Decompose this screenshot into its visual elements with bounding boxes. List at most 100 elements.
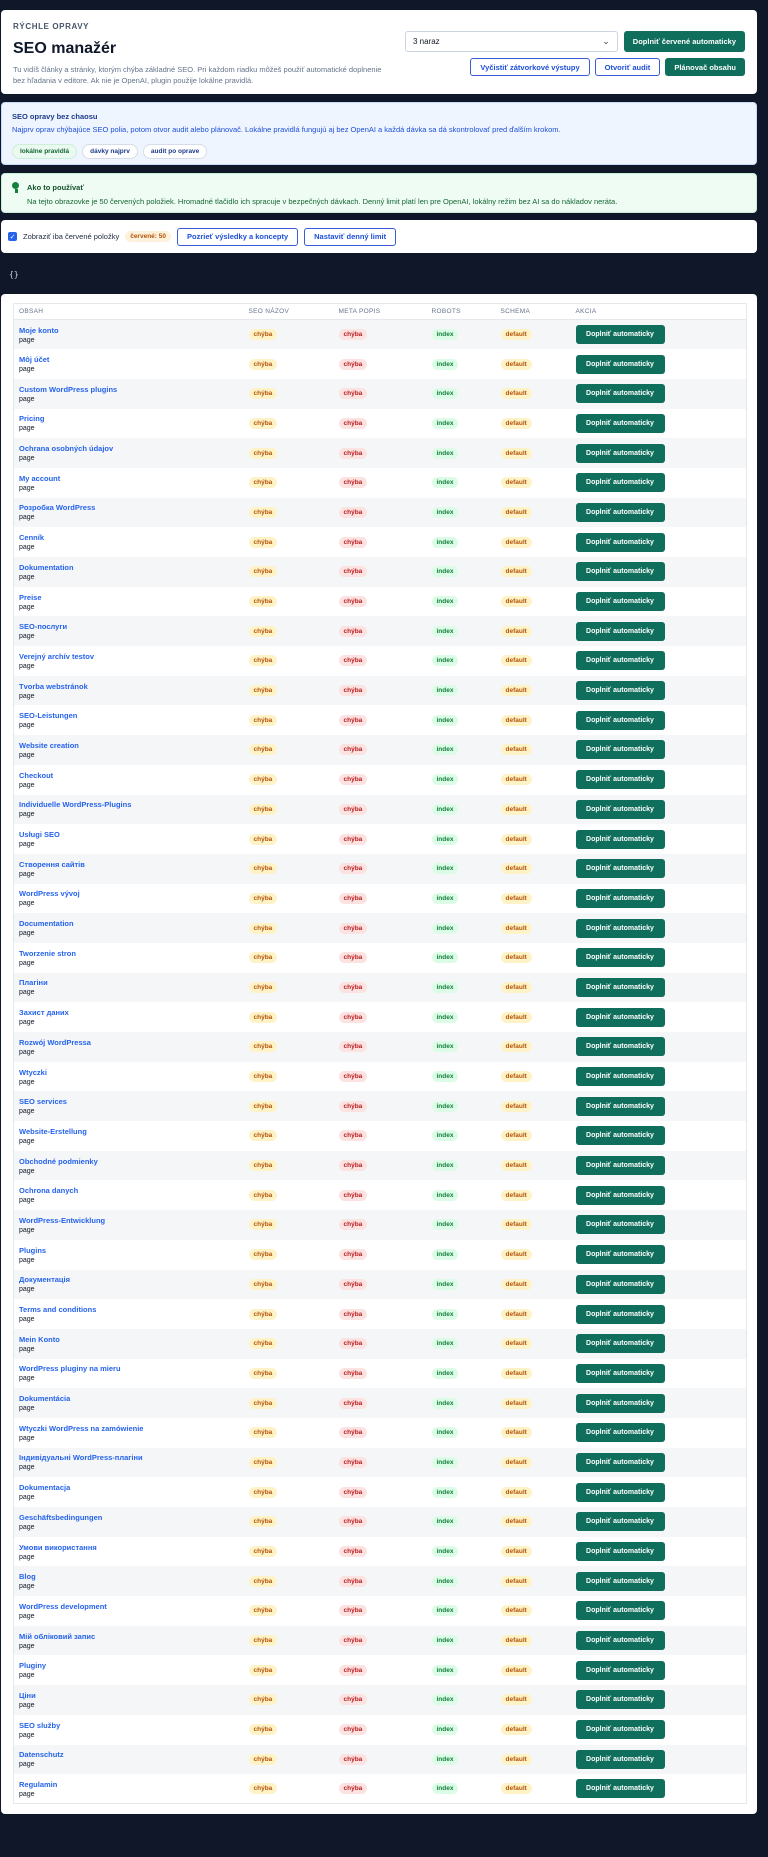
content-title-link[interactable]: SEO služby bbox=[19, 1721, 244, 1730]
auto-fill-button[interactable]: Doplniť automaticky bbox=[575, 1720, 665, 1740]
content-title-link[interactable]: SEO services bbox=[19, 1097, 244, 1106]
auto-fill-button[interactable]: Doplniť automaticky bbox=[575, 1452, 665, 1472]
auto-fill-button[interactable]: Doplniť automaticky bbox=[575, 384, 665, 404]
content-title-link[interactable]: Terms and conditions bbox=[19, 1305, 244, 1314]
content-title-link[interactable]: Obchodné podmienky bbox=[19, 1157, 244, 1166]
content-title-link[interactable]: Preise bbox=[19, 593, 244, 602]
content-title-link[interactable]: Захист даних bbox=[19, 1008, 244, 1017]
auto-fill-button[interactable]: Doplniť automaticky bbox=[575, 829, 665, 849]
content-planner-button[interactable]: Plánovač obsahu bbox=[665, 58, 745, 76]
auto-fill-button[interactable]: Doplniť automaticky bbox=[575, 1245, 665, 1265]
content-title-link[interactable]: Usługi SEO bbox=[19, 830, 244, 839]
auto-fill-button[interactable]: Doplniť automaticky bbox=[575, 1423, 665, 1443]
auto-fill-button[interactable]: Doplniť automaticky bbox=[575, 799, 665, 819]
auto-fill-button[interactable]: Doplniť automaticky bbox=[575, 1334, 665, 1354]
auto-fill-button[interactable]: Doplniť automaticky bbox=[575, 1482, 665, 1502]
content-title-link[interactable]: Checkout bbox=[19, 771, 244, 780]
auto-fill-button[interactable]: Doplniť automaticky bbox=[575, 562, 665, 582]
auto-fill-button[interactable]: Doplniť automaticky bbox=[575, 413, 665, 433]
content-title-link[interactable]: Ochrana osobných údajov bbox=[19, 444, 244, 453]
auto-fill-button[interactable]: Doplniť automaticky bbox=[575, 532, 665, 552]
auto-fill-button[interactable]: Doplniť automaticky bbox=[575, 1690, 665, 1710]
content-title-link[interactable]: Створення сайтів bbox=[19, 860, 244, 869]
content-title-link[interactable]: Individuelle WordPress-Plugins bbox=[19, 800, 244, 809]
view-results-button[interactable]: Pozrieť výsledky a koncepty bbox=[176, 227, 299, 246]
content-title-link[interactable]: Мій обліковий запис bbox=[19, 1632, 244, 1641]
auto-fill-button[interactable]: Doplniť automaticky bbox=[575, 473, 665, 493]
auto-fill-button[interactable]: Doplniť automaticky bbox=[575, 977, 665, 997]
content-title-link[interactable]: Tworzenie stron bbox=[19, 949, 244, 958]
auto-fill-button[interactable]: Doplniť automaticky bbox=[575, 710, 665, 730]
content-title-link[interactable]: Verejný archív testov bbox=[19, 652, 244, 661]
content-title-link[interactable]: WordPress-Entwicklung bbox=[19, 1216, 244, 1225]
content-title-link[interactable]: Dokumentácia bbox=[19, 1394, 244, 1403]
auto-fill-button[interactable]: Doplniť automaticky bbox=[575, 859, 665, 879]
auto-fill-button[interactable]: Doplniť automaticky bbox=[575, 502, 665, 522]
auto-fill-button[interactable]: Doplniť automaticky bbox=[575, 918, 665, 938]
auto-fill-button[interactable]: Doplniť automaticky bbox=[575, 1126, 665, 1146]
content-title-link[interactable]: Môj účet bbox=[19, 355, 244, 364]
content-title-link[interactable]: Dokumentacja bbox=[19, 1483, 244, 1492]
auto-fill-button[interactable]: Doplniť automaticky bbox=[575, 1512, 665, 1532]
open-audit-button[interactable]: Otvoriť audit bbox=[594, 58, 661, 76]
content-title-link[interactable]: Tvorba webstránok bbox=[19, 682, 244, 691]
content-title-link[interactable]: Datenschutz bbox=[19, 1750, 244, 1759]
auto-fill-button[interactable]: Doplniť automaticky bbox=[575, 325, 665, 345]
content-title-link[interactable]: Умови використання bbox=[19, 1543, 244, 1552]
content-title-link[interactable]: Плагіни bbox=[19, 978, 244, 987]
auto-fill-button[interactable]: Doplniť automaticky bbox=[575, 1571, 665, 1591]
auto-fill-button[interactable]: Doplniť automaticky bbox=[575, 1363, 665, 1383]
auto-fill-button[interactable]: Doplniť automaticky bbox=[575, 1007, 665, 1027]
auto-fill-button[interactable]: Doplniť automaticky bbox=[575, 621, 665, 641]
content-title-link[interactable]: Pluginy bbox=[19, 1661, 244, 1670]
content-title-link[interactable]: Blog bbox=[19, 1572, 244, 1581]
content-title-link[interactable]: WordPress development bbox=[19, 1602, 244, 1611]
content-title-link[interactable]: WordPress vývoj bbox=[19, 889, 244, 898]
auto-fill-button[interactable]: Doplniť automaticky bbox=[575, 1037, 665, 1057]
content-title-link[interactable]: SEO-Leistungen bbox=[19, 711, 244, 720]
content-title-link[interactable]: Documentation bbox=[19, 919, 244, 928]
content-title-link[interactable]: Rozwój WordPressa bbox=[19, 1038, 244, 1047]
content-title-link[interactable]: Website-Erstellung bbox=[19, 1127, 244, 1136]
auto-fill-button[interactable]: Doplniť automaticky bbox=[575, 948, 665, 968]
content-title-link[interactable]: Wtyczki bbox=[19, 1068, 244, 1077]
auto-fill-button[interactable]: Doplniť automaticky bbox=[575, 740, 665, 760]
content-title-link[interactable]: Moje konto bbox=[19, 326, 244, 335]
auto-fill-button[interactable]: Doplniť automaticky bbox=[575, 1631, 665, 1651]
content-title-link[interactable]: Pricing bbox=[19, 414, 244, 423]
content-title-link[interactable]: Geschäftsbedingungen bbox=[19, 1513, 244, 1522]
content-title-link[interactable]: Індивідуальні WordPress-плагіни bbox=[19, 1453, 244, 1462]
auto-fill-button[interactable]: Doplniť automaticky bbox=[575, 1215, 665, 1235]
set-daily-limit-button[interactable]: Nastaviť denný limit bbox=[304, 227, 397, 246]
batch-size-select[interactable]: 3 naraz ⌄ bbox=[405, 31, 618, 52]
auto-fill-button[interactable]: Doplniť automaticky bbox=[575, 1096, 665, 1116]
fill-red-button[interactable]: Doplniť červené automaticky bbox=[623, 31, 745, 52]
auto-fill-button[interactable]: Doplniť automaticky bbox=[575, 681, 665, 701]
content-title-link[interactable]: Dokumentation bbox=[19, 563, 244, 572]
auto-fill-button[interactable]: Doplniť automaticky bbox=[575, 1393, 665, 1413]
auto-fill-button[interactable]: Doplniť automaticky bbox=[575, 1156, 665, 1176]
content-title-link[interactable]: SEO-послуги bbox=[19, 622, 244, 631]
content-title-link[interactable]: Plugins bbox=[19, 1246, 244, 1255]
auto-fill-button[interactable]: Doplniť automaticky bbox=[575, 1542, 665, 1562]
only-red-checkbox[interactable]: ✓ bbox=[8, 232, 17, 241]
content-title-link[interactable]: Mein Konto bbox=[19, 1335, 244, 1344]
content-title-link[interactable]: Розробка WordPress bbox=[19, 503, 244, 512]
content-title-link[interactable]: My account bbox=[19, 474, 244, 483]
auto-fill-button[interactable]: Doplniť automaticky bbox=[575, 1779, 665, 1799]
auto-fill-button[interactable]: Doplniť automaticky bbox=[575, 888, 665, 908]
auto-fill-button[interactable]: Doplniť automaticky bbox=[575, 1304, 665, 1324]
auto-fill-button[interactable]: Doplniť automaticky bbox=[575, 1067, 665, 1087]
content-title-link[interactable]: Документація bbox=[19, 1275, 244, 1284]
content-title-link[interactable]: Website creation bbox=[19, 741, 244, 750]
content-title-link[interactable]: WordPress pluginy na mieru bbox=[19, 1364, 244, 1373]
auto-fill-button[interactable]: Doplniť automaticky bbox=[575, 651, 665, 671]
content-title-link[interactable]: Cenník bbox=[19, 533, 244, 542]
content-title-link[interactable]: Ochrona danych bbox=[19, 1186, 244, 1195]
auto-fill-button[interactable]: Doplniť automaticky bbox=[575, 1274, 665, 1294]
auto-fill-button[interactable]: Doplniť automaticky bbox=[575, 1749, 665, 1769]
auto-fill-button[interactable]: Doplniť automaticky bbox=[575, 354, 665, 374]
content-title-link[interactable]: Custom WordPress plugins bbox=[19, 385, 244, 394]
auto-fill-button[interactable]: Doplniť automaticky bbox=[575, 770, 665, 790]
clear-outputs-button[interactable]: Vyčistiť zátvorkové výstupy bbox=[470, 58, 590, 76]
